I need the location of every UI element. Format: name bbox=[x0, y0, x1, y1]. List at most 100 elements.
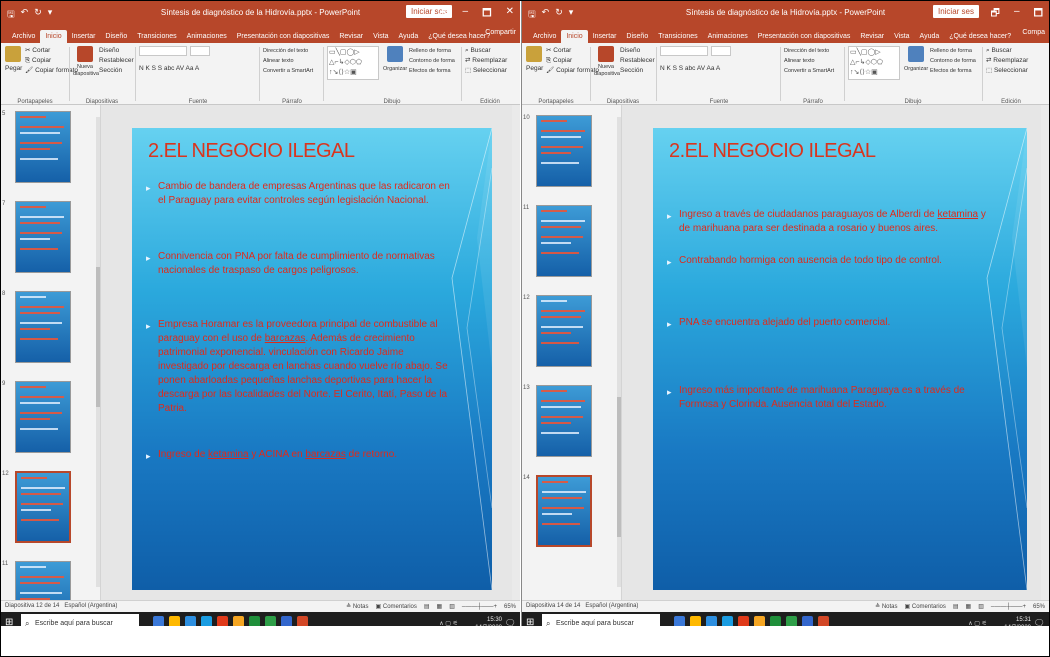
vlc-icon[interactable] bbox=[754, 616, 765, 626]
arrange-icon[interactable] bbox=[387, 46, 403, 62]
select-button[interactable]: ⬚ Seleccionar bbox=[465, 66, 515, 76]
tab-insertar[interactable]: Insertar bbox=[67, 30, 101, 43]
shape-outline-button[interactable]: Contorno de forma bbox=[409, 56, 455, 66]
find-button[interactable]: ⌕ Buscar bbox=[986, 46, 1036, 56]
arrange-icon[interactable] bbox=[908, 46, 924, 62]
edge-icon[interactable] bbox=[185, 616, 196, 626]
slide-bullet[interactable]: ▸ Cambio de bandera de empresas Argentina… bbox=[146, 180, 456, 208]
reading-view-icon[interactable]: ▥ bbox=[449, 603, 455, 610]
tab-animaciones[interactable]: Animaciones bbox=[182, 30, 232, 43]
select-button[interactable]: ⬚ Seleccionar bbox=[986, 66, 1036, 76]
tab-insertar[interactable]: Insertar bbox=[588, 30, 622, 43]
shape-effects-button[interactable]: Efectos de forma bbox=[930, 66, 976, 76]
arrange-button[interactable]: Organizar bbox=[383, 64, 407, 74]
tab-archivo[interactable]: Archivo bbox=[528, 30, 561, 43]
section-button[interactable]: Sección bbox=[99, 66, 134, 76]
maximize-icon[interactable]: 🗖 bbox=[482, 6, 492, 23]
slide-thumbnail[interactable]: 14 bbox=[523, 475, 592, 547]
tab-qué-desea-hacer[interactable]: ¿Qué desea hacer? bbox=[944, 30, 1016, 43]
normal-view-icon[interactable]: ▤ bbox=[953, 603, 959, 610]
new-slide-icon[interactable] bbox=[598, 46, 614, 62]
store-icon[interactable] bbox=[722, 616, 733, 626]
sorter-view-icon[interactable]: ▦ bbox=[966, 603, 972, 610]
mail-icon[interactable] bbox=[802, 616, 813, 626]
language-indicator[interactable]: Español (Argentina) bbox=[64, 603, 117, 609]
font-size-combo[interactable] bbox=[190, 46, 210, 56]
reading-view-icon[interactable]: ▥ bbox=[978, 603, 984, 610]
display-options-icon[interactable]: 🗗 bbox=[991, 6, 1000, 23]
comments-button[interactable]: ▣ Comentarios bbox=[376, 603, 417, 610]
copy-button[interactable]: ⎘ Copiar bbox=[546, 56, 599, 66]
slide-thumbnail[interactable]: 7 bbox=[2, 201, 71, 273]
paste-button[interactable]: Pegar bbox=[526, 64, 543, 74]
format-painter-button[interactable]: 🖌 Copiar formato bbox=[25, 66, 78, 76]
display-options-icon[interactable]: 🗗 bbox=[439, 6, 448, 23]
slide-bullet[interactable]: ▸ PNA se encuentra alejado del puerto com… bbox=[667, 316, 997, 330]
paste-icon[interactable] bbox=[5, 46, 21, 62]
font-format-buttons[interactable]: N K S S abc AV Aa A bbox=[660, 64, 778, 74]
notifications-icon[interactable]: 🗨 bbox=[1034, 618, 1045, 626]
slide-thumbnail[interactable]: 11 bbox=[523, 205, 592, 277]
replace-button[interactable]: ⇄ Reemplazar bbox=[465, 56, 515, 66]
tab-transiciones[interactable]: Transiciones bbox=[653, 30, 702, 43]
close-icon[interactable]: ✕ bbox=[506, 6, 514, 23]
powerpoint-icon[interactable] bbox=[297, 616, 308, 626]
slide-bullet[interactable]: ▸ Empresa Horamar es la proveedora princi… bbox=[146, 318, 456, 416]
cut-button[interactable]: ✂ Cortar bbox=[546, 46, 599, 56]
copy-button[interactable]: ⎘ Copiar bbox=[25, 56, 78, 66]
slide-thumbnail[interactable]: 11 bbox=[2, 561, 71, 600]
zoom-level[interactable]: 65% bbox=[504, 604, 516, 610]
thumbnail-scrollbar[interactable] bbox=[617, 117, 621, 587]
tab-diseño[interactable]: Diseño bbox=[100, 30, 132, 43]
font-family-combo[interactable] bbox=[660, 46, 708, 56]
tab-revisar[interactable]: Revisar bbox=[855, 30, 889, 43]
notes-button[interactable]: ≜ Notas bbox=[346, 603, 368, 610]
slide-thumbnail[interactable]: 12 bbox=[523, 295, 592, 367]
clock[interactable]: 15:30 14/7/2020 bbox=[475, 616, 502, 626]
tab-ayuda[interactable]: Ayuda bbox=[915, 30, 945, 43]
zoom-slider[interactable]: –——┼——+ bbox=[462, 604, 497, 610]
section-button[interactable]: Sección bbox=[620, 66, 655, 76]
windows-start-icon[interactable]: ⊞ bbox=[526, 617, 538, 626]
tray-icons[interactable]: ∧ ▢ ⚟ bbox=[439, 620, 458, 626]
find-button[interactable]: ⌕ Buscar bbox=[465, 46, 515, 56]
paste-button[interactable]: Pegar bbox=[5, 64, 22, 74]
slide-bullet[interactable]: ▸ Contrabando hormiga con ausencia de tod… bbox=[667, 254, 997, 268]
slide[interactable]: 2.EL NEGOCIO ILEGAL ▸ Ingreso a través de… bbox=[653, 128, 1027, 590]
chrome-icon[interactable] bbox=[249, 616, 260, 626]
whatsapp-icon[interactable] bbox=[786, 616, 797, 626]
format-painter-button[interactable]: 🖌 Copiar formato bbox=[546, 66, 599, 76]
slide-thumbnail[interactable]: 13 bbox=[523, 385, 592, 457]
tab-vista[interactable]: Vista bbox=[368, 30, 393, 43]
new-slide-icon[interactable] bbox=[77, 46, 93, 62]
shape-fill-button[interactable]: Relleno de forma bbox=[930, 46, 976, 56]
sign-in-button[interactable]: Iniciar ses bbox=[932, 5, 979, 18]
notes-button[interactable]: ≜ Notas bbox=[875, 603, 897, 610]
thumbnail-scrollbar[interactable] bbox=[96, 117, 100, 587]
normal-view-icon[interactable]: ▤ bbox=[424, 603, 430, 610]
zoom-slider[interactable]: –——┼——+ bbox=[991, 604, 1026, 610]
clock[interactable]: 15:31 14/7/2020 bbox=[1004, 616, 1031, 626]
tab-vista[interactable]: Vista bbox=[889, 30, 914, 43]
slide-bullet[interactable]: ▸ Ingreso a través de ciudadanos paraguay… bbox=[667, 208, 997, 236]
slide-thumbnail[interactable]: 8 bbox=[2, 291, 71, 363]
tab-ayuda[interactable]: Ayuda bbox=[394, 30, 424, 43]
mail-icon[interactable] bbox=[281, 616, 292, 626]
chrome-icon[interactable] bbox=[770, 616, 781, 626]
layout-button[interactable]: Diseño bbox=[620, 46, 655, 56]
tab-animaciones[interactable]: Animaciones bbox=[703, 30, 753, 43]
file-explorer-icon[interactable] bbox=[690, 616, 701, 626]
slide-thumbnail[interactable]: 5 bbox=[2, 111, 71, 183]
font-size-combo[interactable] bbox=[711, 46, 731, 56]
tray-icons[interactable]: ∧ ▢ ⚟ bbox=[968, 620, 987, 626]
sorter-view-icon[interactable]: ▦ bbox=[437, 603, 443, 610]
slide[interactable]: 2.EL NEGOCIO ILEGAL ▸ Cambio de bandera d… bbox=[132, 128, 492, 590]
shape-outline-button[interactable]: Contorno de forma bbox=[930, 56, 976, 66]
tab-diseño[interactable]: Diseño bbox=[621, 30, 653, 43]
office-icon[interactable] bbox=[217, 616, 228, 626]
tab-transiciones[interactable]: Transiciones bbox=[132, 30, 181, 43]
new-slide-button[interactable]: Nueva diapositiva bbox=[594, 64, 620, 78]
reset-button[interactable]: Restablecer bbox=[620, 56, 655, 66]
tab-inicio[interactable]: Inicio bbox=[561, 30, 588, 43]
edge-icon[interactable] bbox=[706, 616, 717, 626]
